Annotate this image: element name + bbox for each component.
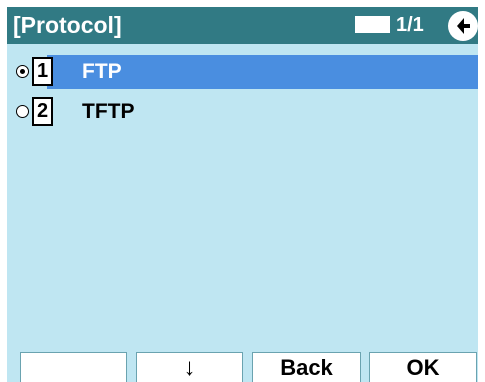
item-number: 1 [32,57,53,86]
menu-item-ftp[interactable]: 1 FTP [7,55,478,89]
page-title: [Protocol] [13,12,122,38]
menu-item-label: FTP [82,60,122,83]
softkey-down[interactable]: ↓ [136,352,243,382]
item-number: 2 [32,97,53,126]
softkey-back[interactable]: Back [252,352,361,382]
softkey-1[interactable] [20,352,127,382]
title-bar: [Protocol] 1/1 [7,7,478,44]
back-arrow-icon[interactable] [448,11,478,41]
page-indicator-box [355,16,390,33]
page-count: 1/1 [396,14,424,36]
menu-item-label: TFTP [82,100,135,123]
phone-screen: [Protocol] 1/1 1 FTP 2 TFTP ↓ Back OK [7,7,478,382]
radio-unselected-icon[interactable] [16,105,29,118]
softkey-ok[interactable]: OK [369,352,477,382]
menu-item-tftp[interactable]: 2 TFTP [7,95,478,129]
radio-selected-icon[interactable] [16,65,29,78]
